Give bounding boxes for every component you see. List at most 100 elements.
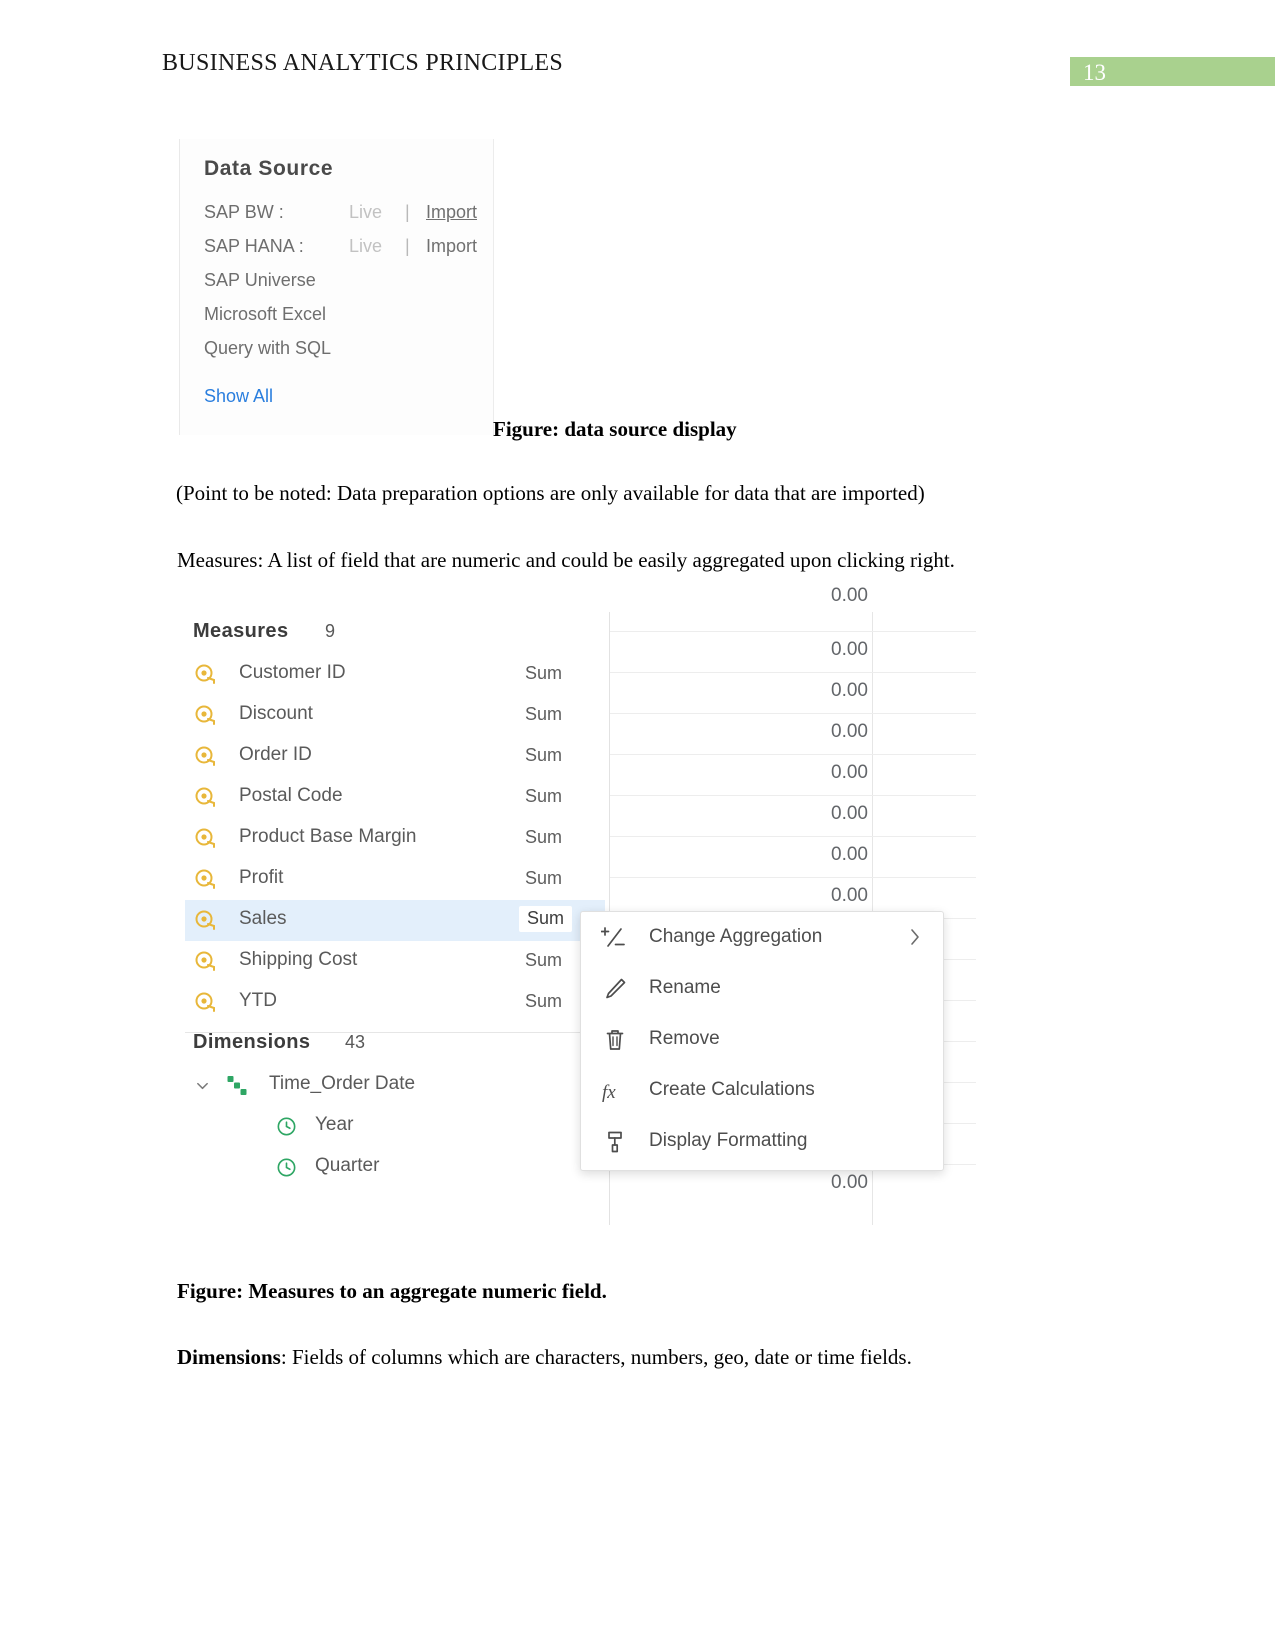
- menu-item-create-calculations[interactable]: fx Create Calculations: [581, 1065, 943, 1116]
- measure-name: Profit: [239, 867, 284, 888]
- dimension-child-quarter[interactable]: Quarter: [185, 1147, 605, 1188]
- measures-explorer: 0.00 0.00 0.00 0.00 0.00 0.00 0.00 0.00 …: [185, 585, 976, 1227]
- plus-minus-icon: [600, 924, 629, 952]
- measures-section-header: Measures 9: [185, 612, 605, 654]
- page-title: BUSINESS ANALYTICS PRINCIPLES: [162, 50, 564, 76]
- measure-row-shipping-cost[interactable]: Shipping Cost Sum: [185, 941, 605, 982]
- data-source-label: SAP HANA :: [204, 236, 304, 256]
- table-row: 0.00: [610, 754, 976, 796]
- data-source-row-query-with-sql[interactable]: Query with SQL: [204, 338, 331, 359]
- measure-row-discount[interactable]: Discount Sum: [185, 695, 605, 736]
- measure-row-customer-id[interactable]: Customer ID Sum: [185, 654, 605, 695]
- cell-value: 0.00: [831, 803, 868, 824]
- menu-item-display-formatting[interactable]: Display Formatting: [581, 1116, 943, 1167]
- measure-row-product-base-margin[interactable]: Product Base Margin Sum: [185, 818, 605, 859]
- live-option[interactable]: Live: [349, 236, 382, 257]
- menu-item-label: Remove: [649, 1028, 720, 1049]
- live-option[interactable]: Live: [349, 202, 382, 223]
- dimension-child-year[interactable]: Year: [185, 1106, 605, 1147]
- cell-value: 0.00: [831, 585, 868, 606]
- cell-value: 0.00: [831, 762, 868, 783]
- option-separator: |: [405, 236, 410, 256]
- data-source-row-microsoft-excel[interactable]: Microsoft Excel: [204, 304, 326, 325]
- data-source-title: Data Source: [204, 157, 334, 180]
- measure-row-ytd[interactable]: YTD Sum: [185, 982, 605, 1023]
- dimension-name: Time_Order Date: [269, 1073, 416, 1094]
- menu-item-label: Rename: [649, 977, 721, 998]
- measure-tape-icon: [194, 909, 218, 933]
- cell-value: 0.00: [831, 680, 868, 701]
- data-source-row-sap-hana[interactable]: SAP HANA : Live | Import: [204, 236, 477, 257]
- fx-icon: fx: [601, 1077, 629, 1105]
- page-number: 13: [1083, 60, 1106, 85]
- menu-item-label: Change Aggregation: [649, 926, 823, 947]
- chevron-down-icon[interactable]: [195, 1078, 210, 1093]
- menu-item-remove[interactable]: Remove: [581, 1014, 943, 1065]
- menu-item-label: Create Calculations: [649, 1079, 815, 1100]
- measure-name: Sales: [239, 908, 287, 929]
- dimension-child-name: Quarter: [315, 1155, 380, 1176]
- measure-row-sales[interactable]: Sales Sum: [185, 900, 605, 941]
- option-separator: |: [405, 202, 410, 222]
- show-all-link[interactable]: Show All: [204, 386, 273, 407]
- menu-item-change-aggregation[interactable]: Change Aggregation: [581, 912, 943, 963]
- measure-name: Product Base Margin: [239, 826, 417, 847]
- measure-name: Discount: [239, 703, 313, 724]
- field-list: Measures 9 Customer ID Sum Discount Sum …: [185, 612, 605, 1188]
- note-paragraph: (Point to be noted: Data preparation opt…: [176, 481, 925, 505]
- measure-name: Postal Code: [239, 785, 343, 806]
- menu-item-rename[interactable]: Rename: [581, 963, 943, 1014]
- measure-aggregation[interactable]: Sum: [525, 827, 562, 848]
- chevron-right-icon[interactable]: [909, 927, 921, 947]
- measure-tape-icon: [194, 950, 218, 974]
- dimensions-intro-rest: : Fields of columns which are characters…: [280, 1345, 912, 1369]
- cell-value: 0.00: [831, 885, 868, 906]
- measure-name: Shipping Cost: [239, 949, 358, 970]
- dimensions-count: 43: [345, 1032, 366, 1052]
- cell-value: 0.00: [831, 844, 868, 865]
- import-option[interactable]: Import: [426, 236, 477, 257]
- data-source-panel: Data Source SAP BW : Live | Import SAP H…: [179, 139, 494, 435]
- measure-aggregation[interactable]: Sum: [525, 950, 562, 971]
- trash-icon: [601, 1026, 629, 1054]
- pencil-icon: [601, 975, 629, 1003]
- import-option[interactable]: Import: [426, 202, 477, 223]
- measure-aggregation[interactable]: Sum: [525, 868, 562, 889]
- table-row: 0.00: [610, 672, 976, 714]
- measures-count: 9: [325, 621, 336, 641]
- measure-row-profit[interactable]: Profit Sum: [185, 859, 605, 900]
- measure-tape-icon: [194, 704, 218, 728]
- cell-value: 0.00: [831, 721, 868, 742]
- measure-tape-icon: [194, 745, 218, 769]
- measures-intro-paragraph: Measures: A list of field that are numer…: [177, 548, 955, 572]
- format-paint-icon: [601, 1128, 629, 1156]
- measure-aggregation[interactable]: Sum: [525, 745, 562, 766]
- data-source-label: SAP Universe: [204, 270, 316, 290]
- measure-aggregation[interactable]: Sum: [525, 663, 562, 684]
- measure-tape-icon: [194, 991, 218, 1015]
- table-row: 0.00: [610, 836, 976, 878]
- data-source-row-sap-universe[interactable]: SAP Universe: [204, 270, 316, 291]
- measure-tape-icon: [194, 663, 218, 687]
- measure-aggregation[interactable]: Sum: [525, 991, 562, 1012]
- dimension-row-time-order-date[interactable]: Time_Order Date: [185, 1065, 605, 1106]
- dimensions-section-header: Dimensions 43: [185, 1023, 605, 1065]
- measure-aggregation[interactable]: Sum: [525, 704, 562, 725]
- measures-section-title: Measures: [193, 620, 289, 642]
- hierarchy-icon: [225, 1073, 249, 1097]
- measure-row-order-id[interactable]: Order ID Sum: [185, 736, 605, 777]
- clock-icon: [275, 1115, 298, 1138]
- dimensions-intro-bold: Dimensions: [177, 1345, 281, 1369]
- clock-icon: [275, 1156, 298, 1179]
- dimensions-intro-paragraph: Dimensions: Fields of columns which are …: [177, 1345, 912, 1370]
- cell-value: 0.00: [831, 1172, 868, 1193]
- figure-caption-measures: Figure: Measures to an aggregate numeric…: [177, 1279, 607, 1303]
- measure-aggregation[interactable]: Sum: [519, 906, 573, 932]
- measure-aggregation[interactable]: Sum: [525, 786, 562, 807]
- data-source-row-sap-bw[interactable]: SAP BW : Live | Import: [204, 202, 477, 223]
- svg-text:fx: fx: [602, 1082, 616, 1103]
- measure-name: Customer ID: [239, 662, 346, 683]
- measure-row-postal-code[interactable]: Postal Code Sum: [185, 777, 605, 818]
- measure-name: YTD: [239, 990, 277, 1011]
- table-row: 0.00: [610, 631, 976, 673]
